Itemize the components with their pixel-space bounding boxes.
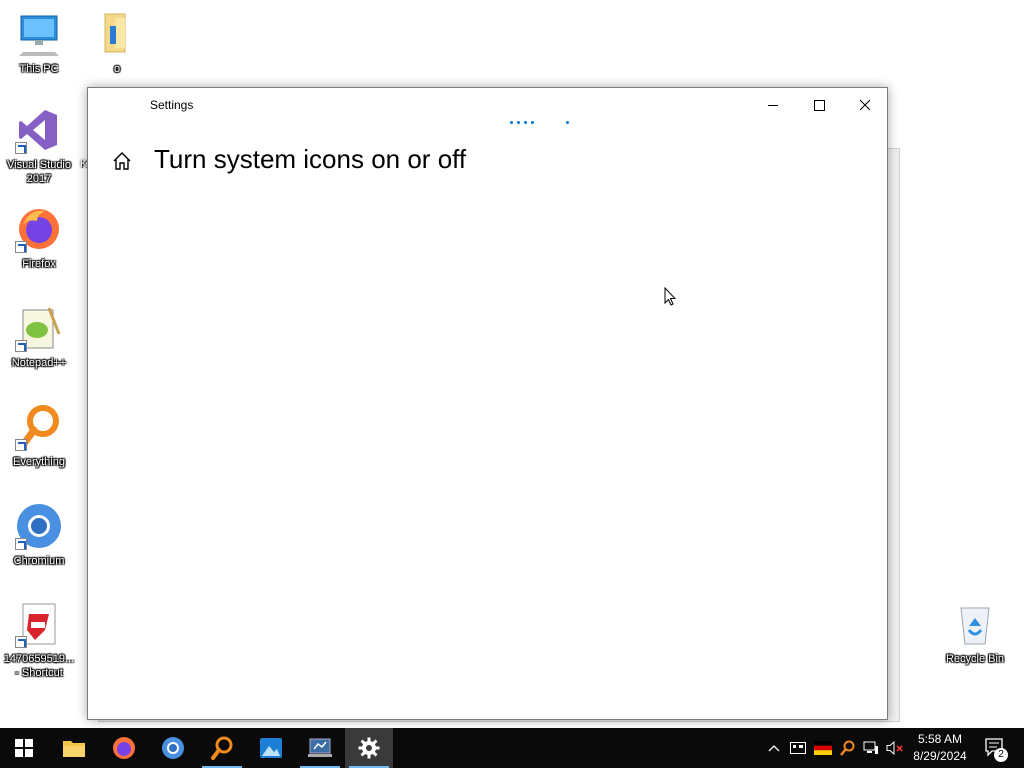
notepadpp-icon [15, 304, 63, 352]
desktop-icon-label: Visual Studio 2017 [6, 159, 71, 185]
maximize-icon [813, 99, 825, 111]
computer-icon [15, 10, 63, 58]
home-button[interactable] [112, 151, 132, 171]
windows-logo-icon [15, 739, 33, 757]
visual-studio-icon [15, 106, 63, 154]
minimize-button[interactable] [750, 88, 796, 122]
desktop-icon-everything[interactable]: Everything [0, 403, 81, 469]
recycle-bin-icon [951, 600, 999, 648]
desktop-icon-label: 1470659519... - Shortcut [3, 653, 75, 679]
show-hidden-icons-button[interactable] [766, 728, 782, 768]
taskbar: 5:58 AM 8/29/2024 2 [0, 728, 1024, 768]
tray-keyboard-icon-button[interactable] [788, 728, 808, 768]
desktop-icon-recycle-bin[interactable]: Recycle Bin [933, 600, 1017, 666]
tray-network-button[interactable] [861, 728, 881, 768]
gear-icon [358, 737, 380, 759]
taskbar-file-explorer[interactable] [50, 728, 98, 768]
desktop-icon-label: This PC [19, 63, 59, 75]
tray-volume-button[interactable] [885, 728, 905, 768]
firefox-icon [15, 205, 63, 253]
taskbar-photos[interactable] [247, 728, 295, 768]
magnifier-icon [840, 740, 855, 756]
window-title: Settings [150, 98, 194, 112]
mouse-cursor-icon [664, 287, 677, 306]
folder-icon [93, 10, 141, 58]
chromium-icon [162, 737, 184, 759]
tray-flag-button[interactable] [812, 728, 834, 768]
desktop-icon-notepadpp[interactable]: Notepad++ [0, 304, 81, 370]
shortcut-arrow-icon [15, 439, 27, 451]
clock-time: 5:58 AM [917, 732, 963, 746]
chromium-icon [15, 502, 63, 550]
desktop-icon-visual-studio[interactable]: Visual Studio 2017 [0, 106, 81, 186]
desktop-icon-label: o [113, 63, 121, 75]
desktop-icon-label: Recycle Bin [945, 653, 1005, 665]
network-icon [863, 741, 878, 754]
desktop-icon-this-pc[interactable]: This PC [0, 10, 81, 76]
minimize-icon [768, 104, 778, 106]
volume-muted-icon [886, 741, 903, 755]
document-icon [15, 600, 63, 648]
close-icon [859, 99, 871, 111]
action-center-button[interactable]: 2 [978, 728, 1014, 768]
shortcut-arrow-icon [15, 636, 27, 648]
flag-icon [814, 741, 832, 755]
taskbar-firefox[interactable] [100, 728, 148, 768]
desktop-icon-folder-o[interactable]: o [75, 10, 159, 76]
page-title: Turn system icons on or off [154, 144, 467, 174]
chevron-up-icon [768, 745, 780, 752]
home-icon [113, 152, 131, 170]
taskbar-clock[interactable]: 5:58 AM 8/29/2024 [905, 731, 975, 765]
shortcut-arrow-icon [15, 241, 27, 253]
taskbar-chromium[interactable] [149, 728, 197, 768]
firefox-icon [113, 737, 135, 759]
desktop-icon-label: Firefox [22, 258, 56, 270]
photos-icon [260, 738, 282, 758]
desktop-icon-label: Chromium [13, 555, 65, 567]
folder-icon [63, 741, 85, 757]
network-monitor-icon [308, 738, 332, 757]
close-button[interactable] [842, 88, 888, 122]
desktop-icon-label: Everything [13, 456, 65, 468]
desktop-icon-label: Notepad++ [11, 357, 67, 369]
desktop-icon-chromium[interactable]: Chromium [0, 502, 81, 568]
tray-everything-button[interactable] [838, 728, 856, 768]
clock-date: 8/29/2024 [913, 749, 967, 763]
desktop-icon-firefox[interactable]: Firefox [0, 205, 81, 271]
maximize-button[interactable] [796, 88, 842, 122]
settings-window: Settings Turn system icons on or off [87, 87, 888, 720]
shortcut-arrow-icon [15, 538, 27, 550]
taskbar-everything[interactable] [198, 728, 246, 768]
magnifier-icon [211, 736, 233, 760]
magnifier-icon [15, 403, 63, 451]
shortcut-arrow-icon [15, 340, 27, 352]
keyboard-icon [790, 742, 806, 754]
desktop-icon-shortcut-file[interactable]: 1470659519... - Shortcut [0, 600, 81, 680]
taskbar-network-app[interactable] [296, 728, 344, 768]
notification-count-badge: 2 [994, 748, 1008, 762]
taskbar-settings[interactable] [345, 728, 393, 768]
title-bar[interactable]: Settings [88, 88, 888, 124]
shortcut-arrow-icon [15, 142, 27, 154]
start-button[interactable] [0, 728, 48, 768]
